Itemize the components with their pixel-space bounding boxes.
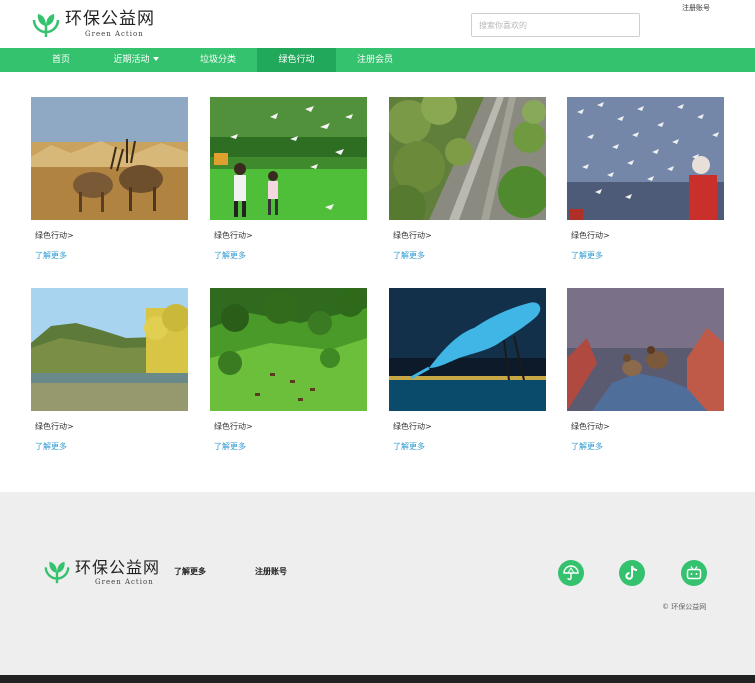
card-title[interactable]: 绿色行动> xyxy=(214,421,253,432)
card-image-green-hills xyxy=(210,288,367,411)
leaf-logo-icon xyxy=(32,14,60,37)
copyright-text: © 环保公益网 xyxy=(662,603,707,611)
tiktok-icon[interactable] xyxy=(619,560,645,586)
card-image-autumn-lake xyxy=(31,288,188,411)
logo-subtitle: Green Action xyxy=(85,30,144,38)
card-title[interactable]: 绿色行动> xyxy=(571,230,610,241)
footer-logo-subtitle: Green Action xyxy=(95,578,154,586)
nav-label: 绿色行动 xyxy=(278,55,315,65)
footer-logo[interactable]: 环保公益网 Green Action xyxy=(43,558,183,588)
nav-item-green-action[interactable]: 绿色行动 xyxy=(257,48,336,72)
nav-item-recent-activities[interactable]: 近期活动 xyxy=(101,48,171,72)
card-item[interactable]: 绿色行动> 了解更多 xyxy=(567,97,724,260)
card-image-quails xyxy=(567,288,724,411)
nav-label: 近期活动 xyxy=(113,55,150,65)
main-nav: 首页 近期活动 垃圾分类 绿色行动 注册会员 xyxy=(0,48,755,72)
card-item[interactable]: 绿色行动> 了解更多 xyxy=(31,288,188,451)
card-item[interactable]: 绿色行动> 了解更多 xyxy=(31,97,188,260)
leaf-logo-icon xyxy=(44,561,70,584)
nav-label: 注册会员 xyxy=(356,55,393,65)
register-account-link[interactable]: 注册账号 xyxy=(682,3,710,13)
card-image-seagulls xyxy=(567,97,724,220)
card-item[interactable]: 绿色行动> 了解更多 xyxy=(210,288,367,451)
card-image-blue-heron xyxy=(389,288,546,411)
site-logo[interactable]: 环保公益网 Green Action xyxy=(31,10,171,40)
caret-down-icon xyxy=(152,57,159,61)
card-item[interactable]: 绿色行动> 了解更多 xyxy=(389,97,546,260)
card-title[interactable]: 绿色行动> xyxy=(393,421,432,432)
learn-more-link[interactable]: 了解更多 xyxy=(393,250,425,261)
footer-learn-more-link[interactable]: 了解更多 xyxy=(174,566,206,577)
card-image-forest-road xyxy=(389,97,546,220)
learn-more-link[interactable]: 了解更多 xyxy=(393,441,425,452)
card-title[interactable]: 绿色行动> xyxy=(393,230,432,241)
footer-register-link[interactable]: 注册账号 xyxy=(255,566,287,577)
logo-title: 环保公益网 xyxy=(65,9,155,29)
learn-more-link[interactable]: 了解更多 xyxy=(35,441,67,452)
learn-more-link[interactable]: 了解更多 xyxy=(571,250,603,261)
card-item[interactable]: 绿色行动> 了解更多 xyxy=(389,288,546,451)
site-header: 环保公益网 Green Action 注册账号 xyxy=(0,0,755,48)
learn-more-link[interactable]: 了解更多 xyxy=(35,250,67,261)
card-title[interactable]: 绿色行动> xyxy=(35,230,74,241)
nav-item-home[interactable]: 首页 xyxy=(31,48,91,72)
learn-more-link[interactable]: 了解更多 xyxy=(214,250,246,261)
learn-more-link[interactable]: 了解更多 xyxy=(214,441,246,452)
card-title[interactable]: 绿色行动> xyxy=(571,421,610,432)
nav-label: 首页 xyxy=(51,55,70,65)
nav-label: 垃圾分类 xyxy=(199,55,236,65)
card-item[interactable]: 绿色行动> 了解更多 xyxy=(567,288,724,451)
bilibili-icon[interactable] xyxy=(681,560,707,586)
learn-more-link[interactable]: 了解更多 xyxy=(571,441,603,452)
nav-item-garbage-sorting[interactable]: 垃圾分类 xyxy=(188,48,248,72)
footer-logo-title: 环保公益网 xyxy=(75,558,161,577)
card-title[interactable]: 绿色行动> xyxy=(214,230,253,241)
bottom-bar xyxy=(0,675,755,683)
nav-item-register-member[interactable]: 注册会员 xyxy=(346,48,404,72)
card-title[interactable]: 绿色行动> xyxy=(35,421,74,432)
search-input[interactable] xyxy=(471,13,640,37)
site-footer: 环保公益网 Green Action 了解更多 注册账号 © 环保公益网 xyxy=(0,492,755,675)
card-image-children-birds xyxy=(210,97,367,220)
card-image-antelopes xyxy=(31,97,188,220)
umbrella-icon[interactable] xyxy=(558,560,584,586)
card-item[interactable]: 绿色行动> 了解更多 xyxy=(210,97,367,260)
